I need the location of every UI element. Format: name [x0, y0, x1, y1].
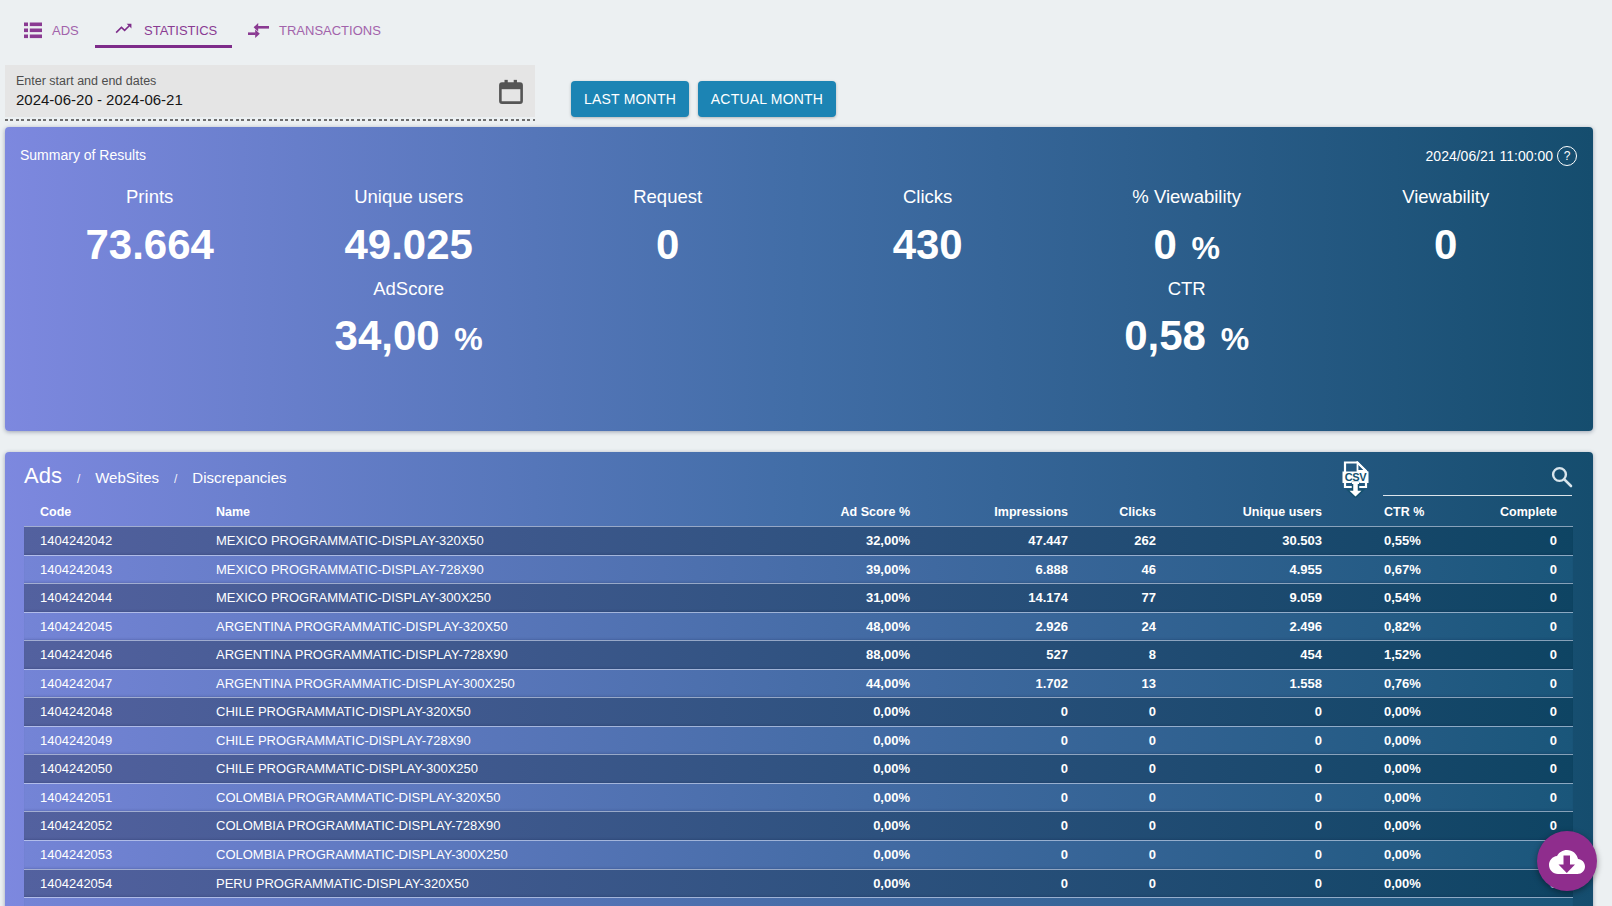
svg-text:CSV: CSV	[1345, 471, 1368, 483]
